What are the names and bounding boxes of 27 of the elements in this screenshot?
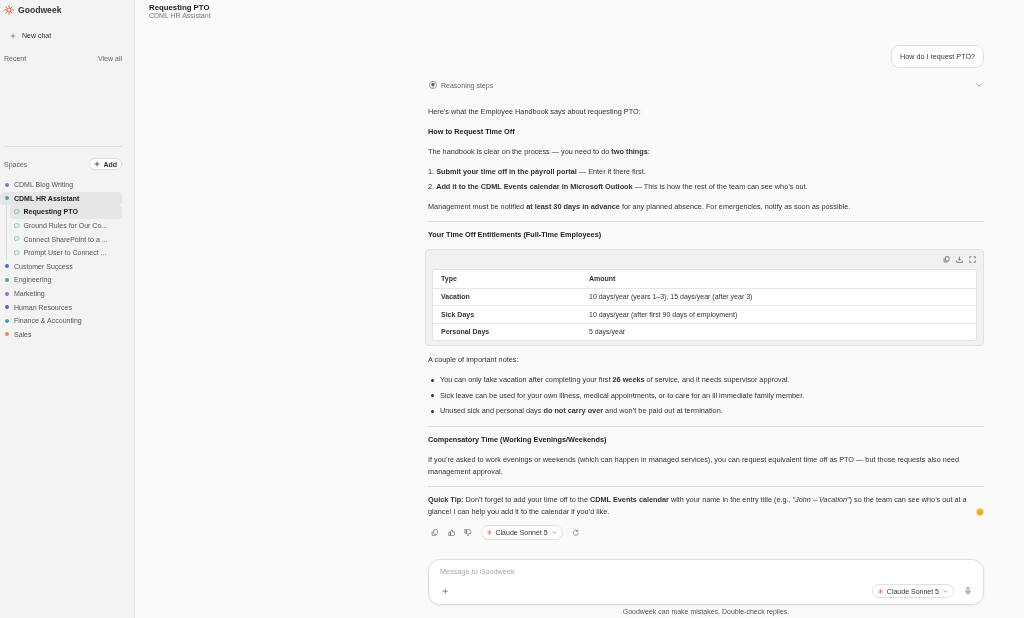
smiley-icon — [976, 508, 984, 516]
starburst-icon — [877, 588, 883, 594]
chat-bubble-icon — [14, 209, 20, 215]
starburst-icon — [486, 530, 492, 535]
download-icon[interactable] — [956, 256, 963, 263]
chat-bubble-icon — [14, 222, 20, 229]
app-name: Goodweek — [18, 4, 62, 15]
plus-icon — [94, 161, 101, 167]
thumbs-up-icon[interactable] — [447, 528, 455, 537]
bullet-icon — [431, 409, 434, 413]
bullet-icon — [431, 394, 434, 397]
microphone-icon[interactable] — [965, 587, 971, 595]
retry-icon[interactable] — [571, 528, 580, 537]
thumbs-down-icon[interactable] — [464, 528, 472, 537]
plus-icon — [10, 32, 16, 39]
copy-icon[interactable] — [431, 528, 439, 537]
sun-icon — [4, 4, 14, 15]
copy-icon[interactable] — [943, 256, 950, 263]
caret-icon — [943, 589, 948, 593]
plus-icon[interactable] — [442, 587, 449, 595]
expand-icon[interactable] — [969, 256, 976, 263]
chat-bubble-icon — [14, 236, 20, 242]
chevron-icon[interactable] — [976, 83, 982, 87]
caret-icon — [551, 531, 557, 534]
chat-bubble-icon — [14, 250, 20, 256]
circle-dot-icon — [429, 81, 437, 89]
bullet-icon — [431, 378, 434, 382]
